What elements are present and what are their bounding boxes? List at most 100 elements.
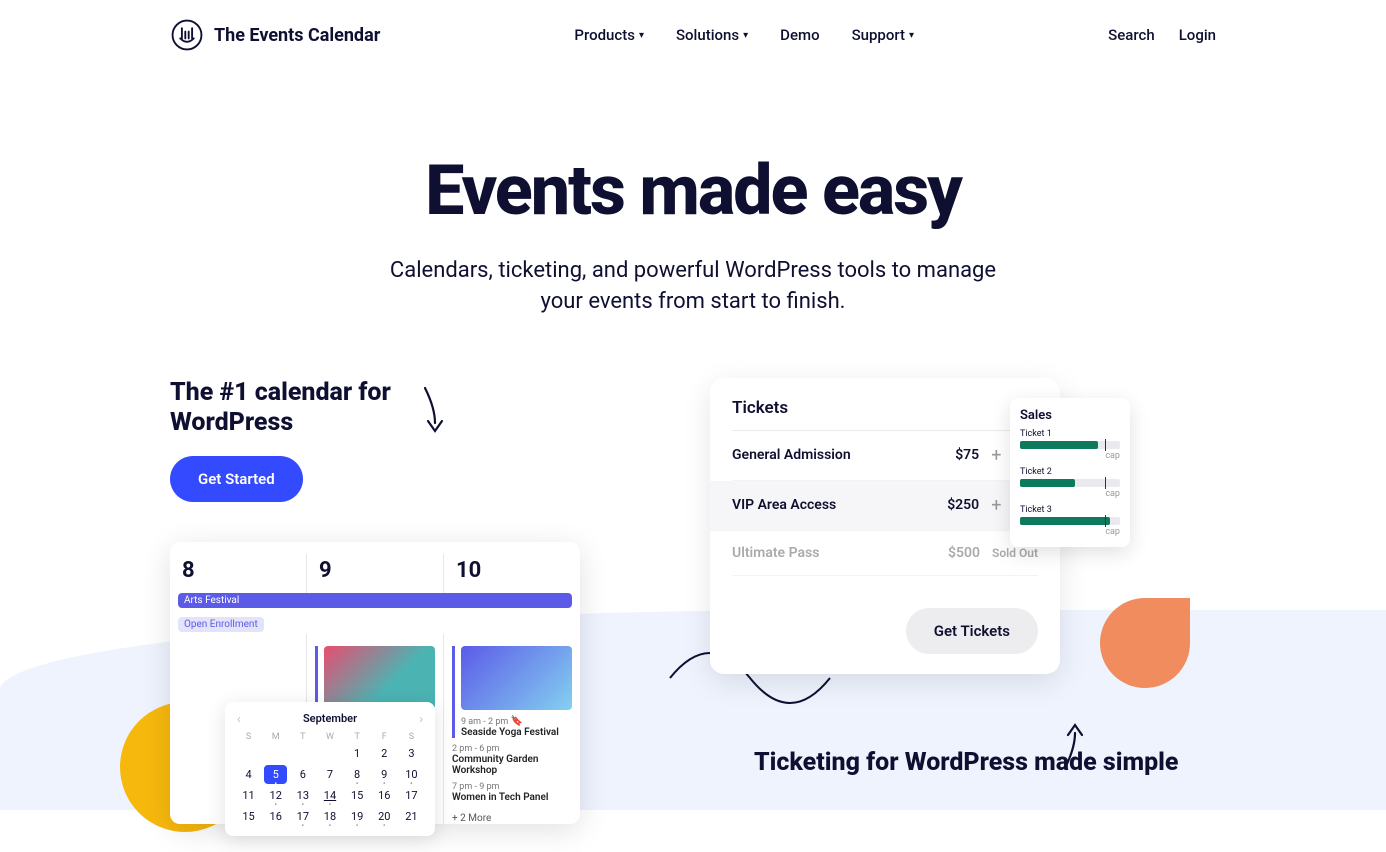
logo[interactable]: The Events Calendar bbox=[170, 18, 380, 52]
cap-label: cap bbox=[1020, 527, 1120, 537]
event-time: 9 am - 2 pm 🔖 bbox=[461, 716, 572, 727]
calendar-day[interactable]: 20 bbox=[373, 807, 396, 826]
calendar-day[interactable]: 1 bbox=[346, 744, 369, 763]
hero-title: Events made easy bbox=[0, 150, 1386, 232]
calendar-day[interactable]: 21 bbox=[400, 807, 423, 826]
hero: Events made easy Calendars, ticketing, a… bbox=[0, 70, 1386, 348]
calendar-preview: 8 9 10 Arts Festival Open Enrollment bbox=[170, 542, 600, 852]
prev-month-button[interactable]: ‹ bbox=[237, 712, 241, 726]
progress-bar bbox=[1020, 479, 1120, 487]
dow-label: W bbox=[318, 732, 341, 742]
calendar-day[interactable] bbox=[318, 744, 341, 763]
ticket-row: Ultimate Pass $500 Sold Out bbox=[732, 531, 1038, 576]
event-bar-arts[interactable]: Arts Festival bbox=[178, 593, 572, 608]
get-started-button[interactable]: Get Started bbox=[170, 456, 303, 502]
calendar-day[interactable]: 2 bbox=[373, 744, 396, 763]
site-header: The Events Calendar Products▾ Solutions▾… bbox=[0, 0, 1386, 70]
chevron-down-icon: ▾ bbox=[639, 30, 644, 41]
ticket-price: $75 bbox=[955, 447, 979, 463]
date-label: 9 bbox=[315, 554, 435, 593]
calendar-day[interactable]: 16 bbox=[373, 786, 396, 805]
event-name[interactable]: Seaside Yoga Festival bbox=[461, 727, 572, 738]
calendar-day[interactable]: 11 bbox=[237, 786, 260, 805]
calendar-day[interactable]: 7 bbox=[318, 765, 341, 784]
event-name[interactable]: Women in Tech Panel bbox=[452, 792, 572, 803]
sales-ticket-label: Ticket 1 bbox=[1020, 429, 1120, 439]
hero-subtitle: Calendars, ticketing, and powerful WordP… bbox=[373, 256, 1013, 318]
arrow-down-icon bbox=[420, 383, 450, 438]
calendar-day[interactable]: 19 bbox=[346, 807, 369, 826]
calendar-day-col: 10 bbox=[444, 554, 580, 593]
login-link[interactable]: Login bbox=[1179, 26, 1216, 44]
sales-ticket-label: Ticket 3 bbox=[1020, 505, 1120, 515]
dow-label: S bbox=[400, 732, 423, 742]
calendar-day[interactable]: 5 bbox=[264, 765, 287, 784]
next-month-button[interactable]: › bbox=[419, 712, 423, 726]
dow-label: S bbox=[237, 732, 260, 742]
progress-bar bbox=[1020, 441, 1120, 449]
event-thumbnail bbox=[461, 646, 572, 710]
cap-label: cap bbox=[1020, 451, 1120, 461]
brand-name: The Events Calendar bbox=[214, 25, 380, 46]
nav-solutions[interactable]: Solutions▾ bbox=[676, 26, 748, 44]
calendar-day[interactable] bbox=[264, 744, 287, 763]
tickets-section: Tickets General Admission $75 +1− VIP Ar… bbox=[710, 378, 1216, 852]
calendar-day[interactable] bbox=[291, 744, 314, 763]
sold-out-label: Sold Out bbox=[992, 546, 1038, 560]
calendar-day[interactable]: 17 bbox=[291, 807, 314, 826]
calendar-day[interactable]: 10 bbox=[400, 765, 423, 784]
calendar-day[interactable]: 4 bbox=[237, 765, 260, 784]
sales-card: Sales Ticket 1 cap Ticket 2 cap Ticket 3… bbox=[1010, 398, 1130, 547]
event-thumbnail bbox=[324, 646, 435, 710]
calendar-section: The #1 calendar for WordPress Get Starte… bbox=[170, 378, 630, 852]
tickets-card: Tickets General Admission $75 +1− VIP Ar… bbox=[710, 378, 1060, 674]
more-events-link[interactable]: + 2 More bbox=[452, 813, 572, 824]
month-label: September bbox=[303, 712, 357, 725]
header-right: Search Login bbox=[1108, 26, 1216, 44]
calendar-day[interactable]: 14 bbox=[318, 786, 341, 805]
calendar-day[interactable] bbox=[237, 744, 260, 763]
chevron-down-icon: ▾ bbox=[743, 30, 748, 41]
ticket-price: $250 bbox=[947, 497, 979, 513]
calendar-day[interactable]: 13 bbox=[291, 786, 314, 805]
search-link[interactable]: Search bbox=[1108, 26, 1155, 44]
calendar-day[interactable]: 9 bbox=[373, 765, 396, 784]
date-label: 8 bbox=[178, 554, 298, 593]
date-label: 10 bbox=[452, 554, 572, 593]
ticket-row: VIP Area Access $250 +2− bbox=[710, 481, 1060, 531]
calendar-day[interactable]: 16 bbox=[264, 807, 287, 826]
cap-label: cap bbox=[1020, 489, 1120, 499]
tickets-heading: Tickets bbox=[732, 398, 1038, 431]
dow-label: T bbox=[291, 732, 314, 742]
nav-demo[interactable]: Demo bbox=[780, 26, 819, 44]
orange-decoration bbox=[1100, 598, 1190, 688]
progress-bar bbox=[1020, 517, 1120, 525]
calendar-day[interactable]: 3 bbox=[400, 744, 423, 763]
ticket-row: General Admission $75 +1− bbox=[732, 431, 1038, 481]
qty-plus-button[interactable]: + bbox=[991, 495, 1001, 516]
ticket-price: $500 bbox=[948, 545, 980, 561]
rock-hand-icon bbox=[170, 18, 204, 52]
nav-support[interactable]: Support▾ bbox=[852, 26, 915, 44]
bookmark-icon: 🔖 bbox=[511, 716, 523, 727]
nav-products[interactable]: Products▾ bbox=[574, 26, 644, 44]
calendar-day[interactable]: 18 bbox=[318, 807, 341, 826]
dow-label: T bbox=[346, 732, 369, 742]
calendar-day[interactable]: 15 bbox=[346, 786, 369, 805]
sales-ticket-label: Ticket 2 bbox=[1020, 467, 1120, 477]
calendar-tagline: The #1 calendar for WordPress bbox=[170, 378, 430, 438]
chevron-down-icon: ▾ bbox=[909, 30, 914, 41]
mini-calendar: ‹ September › SMTWTFS1234567891011121314… bbox=[225, 702, 435, 836]
calendar-day[interactable]: 12 bbox=[264, 786, 287, 805]
event-name[interactable]: Community Garden Workshop bbox=[452, 754, 572, 776]
dow-label: F bbox=[373, 732, 396, 742]
calendar-day[interactable]: 6 bbox=[291, 765, 314, 784]
dow-label: M bbox=[264, 732, 287, 742]
calendar-day[interactable]: 17 bbox=[400, 786, 423, 805]
calendar-day[interactable]: 15 bbox=[237, 807, 260, 826]
get-tickets-button[interactable]: Get Tickets bbox=[906, 608, 1038, 654]
calendar-day[interactable]: 8 bbox=[346, 765, 369, 784]
event-bar-enroll[interactable]: Open Enrollment bbox=[178, 617, 264, 632]
qty-plus-button[interactable]: + bbox=[991, 445, 1001, 466]
event-time: 2 pm - 6 pm bbox=[452, 744, 572, 754]
